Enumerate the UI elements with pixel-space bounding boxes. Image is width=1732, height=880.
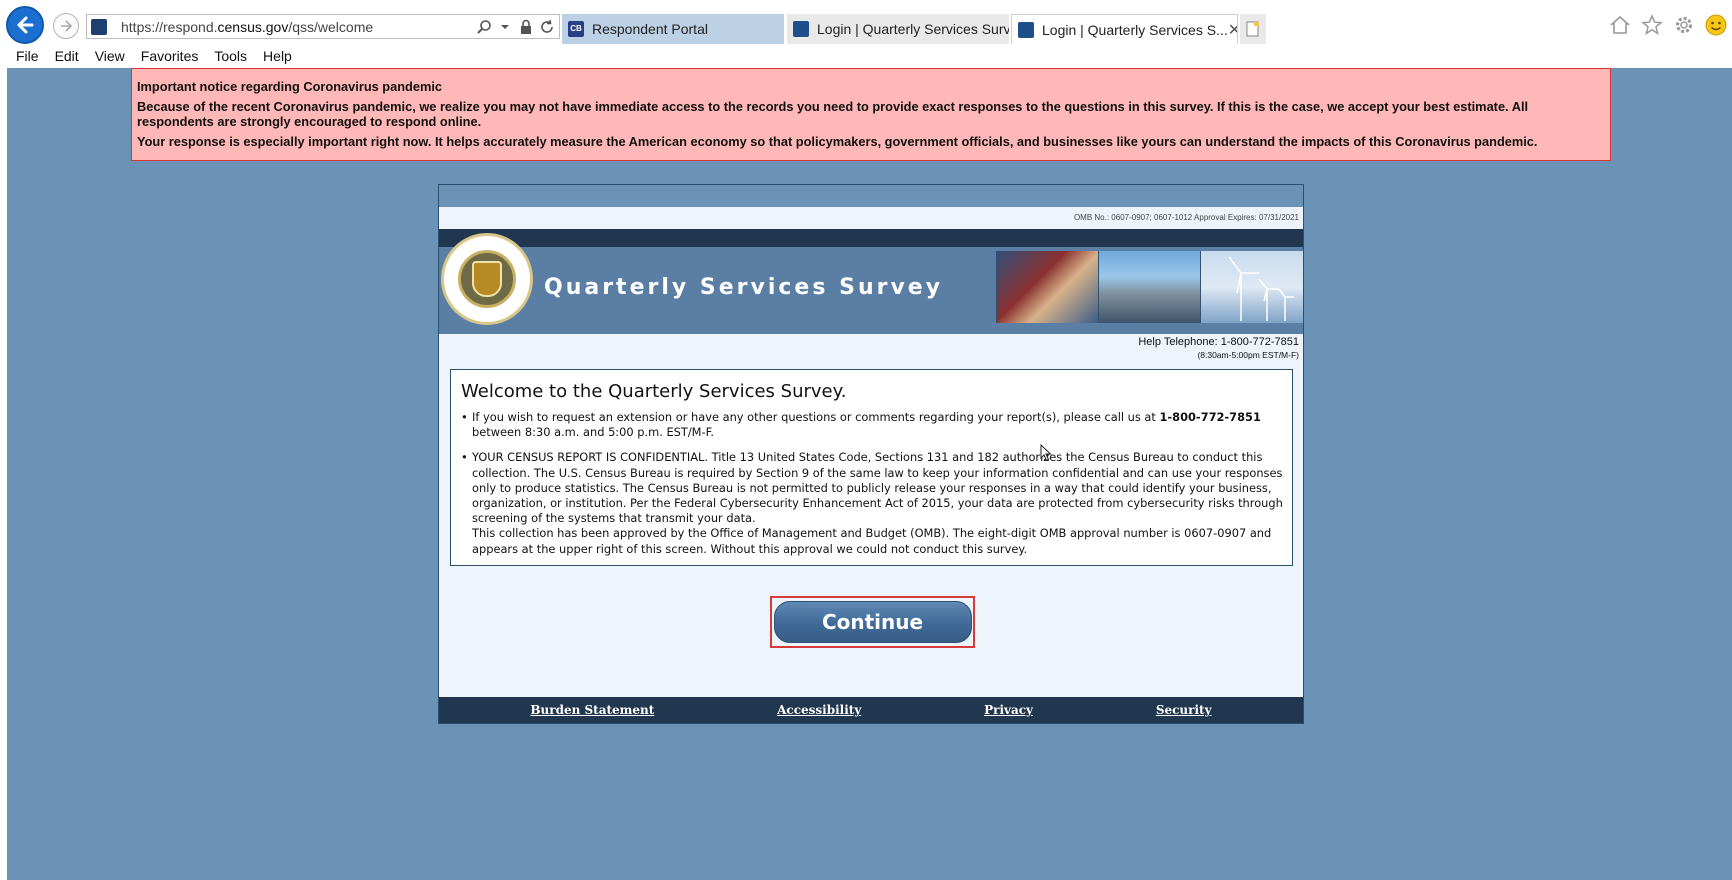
forward-arrow-icon <box>61 20 73 32</box>
browser-chrome: https://respond.census.gov/qss/welcome C… <box>0 0 1732 68</box>
tab-label: Respondent Portal <box>592 21 708 37</box>
new-tab-button[interactable] <box>1240 14 1266 44</box>
menu-edit[interactable]: Edit <box>47 46 87 68</box>
photo-city-skyline-image <box>1098 251 1200 323</box>
seal-emblem <box>458 250 516 308</box>
census-favicon-icon <box>793 21 809 37</box>
new-tab-icon <box>1246 21 1259 37</box>
list-item: If you wish to request an extension or h… <box>461 410 1286 440</box>
census-cb-favicon-icon: CB <box>568 21 584 37</box>
notice-heading: Important notice regarding Coronavirus p… <box>137 79 443 94</box>
tab-respondent-portal[interactable]: CB Respondent Portal <box>562 14 784 44</box>
menu-bar: File Edit View Favorites Tools Help <box>0 46 300 68</box>
tab-login-qss-2[interactable]: Login | Quarterly Services S... ✕ <box>1011 14 1238 44</box>
site-favicon-icon <box>91 18 107 35</box>
census-favicon-icon <box>1018 21 1034 38</box>
lock-icon[interactable] <box>517 18 535 36</box>
tab-label: Login | Quarterly Services Surv... <box>817 21 1009 37</box>
banner-stripe <box>439 229 1303 247</box>
survey-panel: OMB No.: 0607-0907; 0607-1012 Approval E… <box>438 184 1304 724</box>
dropdown-icon[interactable] <box>496 18 514 36</box>
menu-view[interactable]: View <box>87 46 133 68</box>
photo-workers-image <box>996 251 1098 323</box>
smiley-feedback-icon[interactable] <box>1704 13 1728 42</box>
search-icon[interactable] <box>475 18 493 36</box>
survey-banner: Quarterly Services Survey <box>439 229 1303 334</box>
address-bar[interactable]: https://respond.census.gov/qss/welcome <box>86 14 560 39</box>
phone-number-bold: 1-800-772-7851 <box>1159 410 1261 424</box>
browser-toolbar-right <box>1608 13 1728 42</box>
menu-tools[interactable]: Tools <box>206 46 255 68</box>
notice-paragraph-2: Your response is especially important ri… <box>137 133 1538 149</box>
back-button[interactable] <box>6 6 44 44</box>
burden-statement-link[interactable]: Burden Statement <box>530 703 654 717</box>
help-phone-number: Help Telephone: 1-800-772-7851 <box>1138 336 1299 348</box>
forward-button[interactable] <box>53 13 79 39</box>
welcome-box: Welcome to the Quarterly Services Survey… <box>450 369 1293 566</box>
favorites-star-icon[interactable] <box>1640 13 1664 42</box>
menu-favorites[interactable]: Favorites <box>133 46 207 68</box>
survey-title: Quarterly Services Survey <box>544 275 944 300</box>
panel-top-strip <box>439 185 1303 207</box>
tab-login-qss-1[interactable]: Login | Quarterly Services Surv... <box>787 14 1009 44</box>
close-tab-icon[interactable]: ✕ <box>1228 20 1237 40</box>
notice-paragraph-1: Because of the recent Coronavirus pandem… <box>137 98 1529 130</box>
menu-file[interactable]: File <box>0 46 47 68</box>
footer-links: Burden Statement Accessibility Privacy S… <box>439 697 1303 723</box>
census-bureau-seal-logo <box>441 233 533 325</box>
help-telephone: Help Telephone: 1-800-772-7851 (8:30am-5… <box>1138 335 1299 361</box>
settings-gear-icon[interactable] <box>1672 13 1696 42</box>
seal-shield-icon <box>472 261 502 297</box>
photo-wind-turbines-image <box>1200 251 1303 323</box>
tab-label: Login | Quarterly Services S... <box>1042 21 1228 38</box>
welcome-list: If you wish to request an extension or h… <box>461 410 1286 557</box>
home-icon[interactable] <box>1608 13 1632 42</box>
accessibility-link[interactable]: Accessibility <box>777 703 861 717</box>
help-hours: (8:30am-5:00pm EST/M-F) <box>1197 350 1299 360</box>
continue-highlight-frame: Continue <box>770 596 975 648</box>
back-arrow-icon <box>17 16 34 34</box>
menu-help[interactable]: Help <box>255 46 300 68</box>
coronavirus-notice: Important notice regarding Coronavirus p… <box>131 68 1611 161</box>
banner-photos <box>996 251 1303 323</box>
url-text[interactable]: https://respond.census.gov/qss/welcome <box>121 19 475 35</box>
list-item: YOUR CENSUS REPORT IS CONFIDENTIAL. Titl… <box>461 450 1286 556</box>
privacy-link[interactable]: Privacy <box>984 703 1033 717</box>
security-link[interactable]: Security <box>1156 703 1212 717</box>
omb-approval-text: OMB No.: 0607-0907; 0607-1012 Approval E… <box>439 207 1303 229</box>
welcome-title: Welcome to the Quarterly Services Survey… <box>461 381 847 402</box>
continue-button[interactable]: Continue <box>773 601 972 643</box>
refresh-icon[interactable] <box>538 18 556 36</box>
